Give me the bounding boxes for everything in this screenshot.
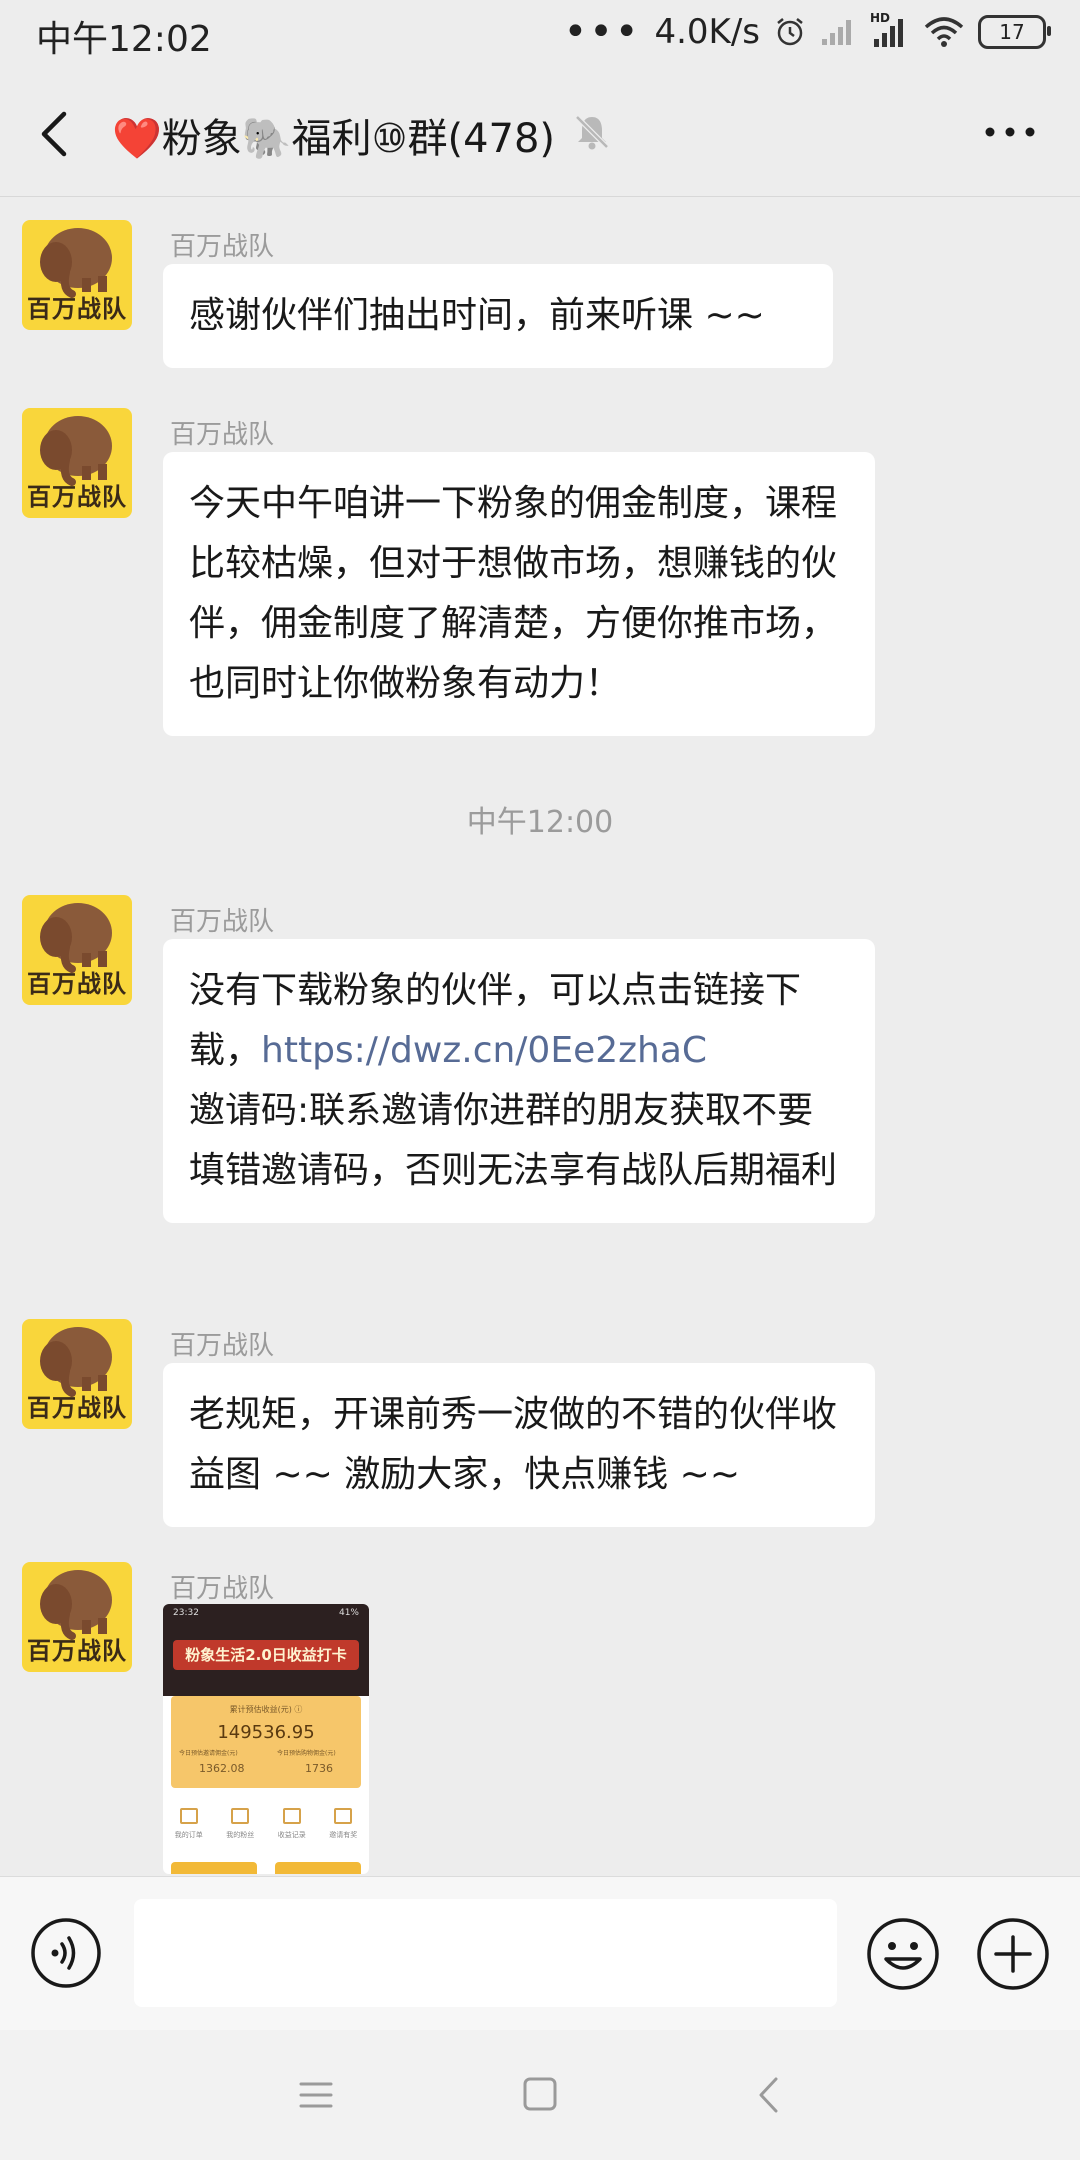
message-input[interactable] bbox=[134, 1899, 837, 2007]
plus-icon[interactable] bbox=[976, 1917, 1050, 1991]
status-dots: ••• bbox=[563, 9, 641, 55]
sender-avatar[interactable]: 百万战队 bbox=[22, 895, 132, 1005]
image-right-label: 今日预估购物佣金(元) bbox=[277, 1750, 336, 1757]
message-bubble[interactable]: 没有下载粉象的伙伴，可以点击链接下载，https://dwz.cn/0Ee2zh… bbox=[163, 939, 875, 1223]
chat-input-bar bbox=[0, 1876, 1080, 2031]
battery-icon: 17 bbox=[978, 15, 1051, 49]
sender-avatar[interactable]: 百万战队 bbox=[22, 220, 132, 330]
avatar-label: 百万战队 bbox=[27, 970, 127, 998]
download-link[interactable]: https://dwz.cn/0Ee2zhaC bbox=[261, 1030, 707, 1071]
signal-icon bbox=[822, 20, 851, 45]
sender-avatar[interactable]: 百万战队 bbox=[22, 1319, 132, 1429]
image-menu-item: 邀请有奖 bbox=[323, 1800, 363, 1850]
message-text: 感谢伙伴们抽出时间，前来听课 ~~ bbox=[189, 295, 765, 336]
sender-name: 百万战队 bbox=[170, 1574, 275, 1604]
image-bottom-button bbox=[275, 1862, 361, 1874]
elephant-icon bbox=[40, 1327, 112, 1397]
wifi-icon bbox=[924, 17, 964, 47]
image-earnings-card: 累计预估收益(元) ⓘ 149536.95 今日预估邀请佣金(元) 今日预估购物… bbox=[171, 1696, 361, 1788]
system-nav-bar bbox=[0, 2030, 1080, 2160]
image-menu: 我的订单 我的粉丝 收益记录 邀请有奖 bbox=[163, 1800, 369, 1850]
image-status-time: 23:32 bbox=[173, 1608, 199, 1618]
message-bubble[interactable]: 老规矩，开课前秀一波做的不错的伙伴收益图 ~~ 激励大家，快点赚钱 ~~ bbox=[163, 1363, 875, 1527]
elephant-icon bbox=[40, 903, 112, 973]
image-card-label: 累计预估收益(元) ⓘ bbox=[229, 1705, 303, 1714]
image-left-label: 今日预估邀请佣金(元) bbox=[179, 1750, 238, 1757]
avatar-label: 百万战队 bbox=[27, 1394, 127, 1422]
home-square-icon[interactable] bbox=[522, 2076, 558, 2112]
sender-avatar[interactable]: 百万战队 bbox=[22, 408, 132, 518]
signal-hd-icon: HD bbox=[870, 11, 910, 49]
status-time: 中午12:02 bbox=[36, 19, 212, 60]
message-text: 今天中午咱讲一下粉象的佣金制度，课程比较枯燥，但对于想做市场，想赚钱的伙伴，佣金… bbox=[189, 483, 838, 704]
image-status-battery: 41% bbox=[338, 1608, 359, 1618]
elephant-icon bbox=[40, 228, 112, 298]
image-right-value: 1736 bbox=[305, 1762, 333, 1775]
image-menu-item: 我的粉丝 bbox=[220, 1800, 260, 1850]
image-left-value: 1362.08 bbox=[199, 1762, 245, 1775]
status-bar: 中午12:02 ••• 4.0K/s HD 17 bbox=[0, 0, 1080, 68]
back-chevron-icon[interactable] bbox=[30, 104, 80, 164]
sender-name: 百万战队 bbox=[170, 420, 275, 450]
time-separator: 中午12:00 bbox=[466, 805, 614, 840]
image-bottom-button bbox=[171, 1862, 257, 1874]
emoji-icon[interactable] bbox=[866, 1917, 940, 1991]
elephant-icon bbox=[40, 416, 112, 486]
avatar-label: 百万战队 bbox=[27, 1637, 127, 1665]
message-bubble[interactable]: 今天中午咱讲一下粉象的佣金制度，课程比较枯燥，但对于想做市场，想赚钱的伙伴，佣金… bbox=[163, 452, 875, 736]
message-text: 老规矩，开课前秀一波做的不错的伙伴收益图 ~~ 激励大家，快点赚钱 ~~ bbox=[189, 1394, 838, 1495]
sender-avatar[interactable]: 百万战队 bbox=[22, 1562, 132, 1672]
image-total-earnings: 149536.95 bbox=[217, 1722, 315, 1743]
chat-title: ❤️粉象🐘福利⑩群(478) bbox=[112, 116, 556, 162]
sender-name: 百万战队 bbox=[170, 232, 275, 262]
status-indicators: ••• 4.0K/s HD 17 bbox=[563, 9, 1051, 55]
more-dots-icon[interactable] bbox=[980, 112, 1040, 152]
voice-icon[interactable] bbox=[30, 1917, 102, 1989]
image-menu-item: 收益记录 bbox=[272, 1800, 312, 1850]
message-text: 邀请码:联系邀请你进群的朋友获取不要填错邀请码，否则无法享有战队后期福利 bbox=[189, 1090, 838, 1191]
elephant-icon bbox=[40, 1570, 112, 1640]
image-header: 23:32 41% 粉象生活2.0日收益打卡 bbox=[163, 1604, 369, 1696]
network-speed: 4.0K/s bbox=[654, 12, 760, 52]
battery-level: 17 bbox=[999, 20, 1025, 44]
avatar-label: 百万战队 bbox=[27, 483, 127, 511]
image-banner: 粉象生活2.0日收益打卡 bbox=[173, 1640, 359, 1670]
sender-name: 百万战队 bbox=[170, 907, 275, 937]
sender-name: 百万战队 bbox=[170, 1331, 275, 1361]
message-bubble[interactable]: 感谢伙伴们抽出时间，前来听课 ~~ bbox=[163, 264, 833, 368]
chat-header: ❤️粉象🐘福利⑩群(478) bbox=[0, 68, 1080, 197]
back-triangle-icon[interactable] bbox=[756, 2076, 780, 2114]
image-menu-item: 我的订单 bbox=[169, 1800, 209, 1850]
mute-bell-icon bbox=[575, 115, 609, 150]
alarm-icon bbox=[777, 18, 803, 46]
avatar-label: 百万战队 bbox=[27, 295, 127, 323]
earnings-screenshot-image[interactable]: 23:32 41% 粉象生活2.0日收益打卡 累计预估收益(元) ⓘ 14953… bbox=[163, 1604, 369, 1874]
menu-icon[interactable] bbox=[298, 2078, 334, 2112]
